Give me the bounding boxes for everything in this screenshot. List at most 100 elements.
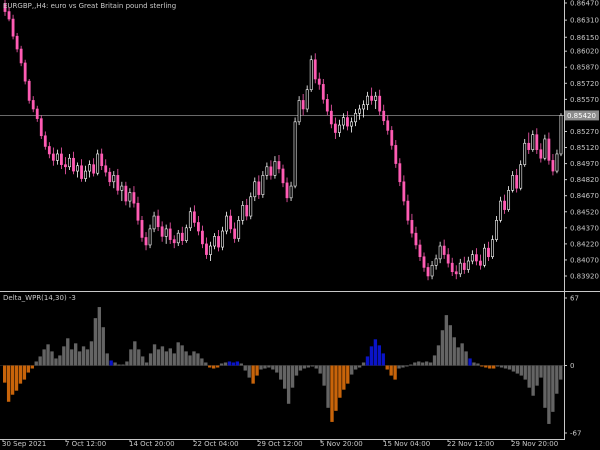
candle[interactable] — [241, 201, 245, 225]
candle[interactable] — [511, 171, 515, 193]
candle[interactable] — [543, 134, 547, 161]
candle[interactable] — [446, 248, 450, 268]
candle[interactable] — [426, 263, 430, 281]
candle[interactable] — [68, 153, 71, 171]
candle[interactable] — [487, 241, 490, 262]
candle[interactable] — [96, 149, 100, 176]
candle[interactable] — [237, 216, 241, 242]
candle[interactable] — [249, 192, 253, 220]
candle[interactable] — [209, 241, 212, 262]
candle[interactable] — [297, 96, 301, 126]
candle[interactable] — [378, 89, 382, 116]
candle[interactable] — [184, 224, 188, 243]
candle[interactable] — [479, 254, 482, 270]
candle[interactable] — [51, 147, 55, 166]
candle[interactable] — [229, 209, 233, 234]
candle[interactable] — [362, 100, 365, 118]
candle[interactable] — [108, 167, 112, 187]
candle[interactable] — [366, 91, 370, 111]
candle[interactable] — [523, 138, 527, 167]
candle[interactable] — [474, 248, 478, 266]
candle[interactable] — [160, 221, 164, 242]
candle[interactable] — [313, 53, 317, 84]
candle[interactable] — [382, 104, 386, 126]
candle[interactable] — [88, 160, 92, 178]
candle[interactable] — [414, 226, 418, 250]
candle[interactable] — [104, 159, 108, 177]
candle[interactable] — [515, 168, 519, 193]
candle[interactable] — [60, 147, 63, 169]
candle[interactable] — [257, 175, 261, 199]
candle[interactable] — [547, 132, 551, 165]
candle[interactable] — [301, 94, 305, 116]
candle[interactable] — [418, 239, 422, 262]
candle[interactable] — [201, 225, 204, 249]
candle[interactable] — [23, 59, 27, 85]
candle[interactable] — [346, 111, 349, 131]
candle[interactable] — [535, 128, 539, 154]
candle[interactable] — [152, 211, 156, 233]
candle[interactable] — [124, 181, 128, 206]
candle[interactable] — [84, 165, 87, 182]
candle[interactable] — [483, 243, 486, 268]
candle[interactable] — [76, 162, 79, 178]
candle[interactable] — [80, 159, 83, 182]
candle[interactable] — [386, 115, 390, 135]
candle[interactable] — [217, 229, 220, 252]
candle[interactable] — [205, 237, 208, 259]
candle[interactable] — [350, 117, 353, 133]
candle[interactable] — [289, 181, 293, 202]
candle[interactable] — [64, 157, 67, 175]
candle[interactable] — [370, 87, 374, 105]
candle[interactable] — [321, 79, 325, 104]
candle[interactable] — [329, 104, 333, 129]
candle[interactable] — [112, 171, 116, 189]
candle[interactable] — [390, 126, 394, 150]
candle[interactable] — [35, 105, 39, 122]
candle[interactable] — [261, 171, 265, 198]
candle[interactable] — [519, 160, 523, 191]
candle[interactable] — [11, 14, 15, 40]
candle[interactable] — [196, 216, 200, 236]
candle[interactable] — [192, 205, 196, 227]
candle[interactable] — [15, 32, 19, 53]
candle[interactable] — [55, 149, 59, 165]
candle[interactable] — [499, 196, 502, 223]
candle[interactable] — [293, 117, 297, 189]
candle[interactable] — [374, 91, 378, 109]
candle[interactable] — [442, 239, 446, 259]
candle[interactable] — [116, 168, 120, 195]
candle[interactable] — [176, 229, 180, 247]
candle[interactable] — [136, 196, 140, 225]
candle[interactable] — [551, 153, 555, 176]
candle[interactable] — [317, 72, 321, 90]
candle[interactable] — [410, 213, 414, 238]
candle[interactable] — [309, 55, 313, 92]
candle[interactable] — [128, 188, 132, 208]
candle[interactable] — [285, 177, 289, 203]
candle[interactable] — [188, 207, 192, 232]
candle[interactable] — [406, 194, 410, 225]
candle[interactable] — [430, 261, 434, 280]
candle[interactable] — [402, 175, 406, 206]
candle[interactable] — [221, 226, 224, 251]
candle[interactable] — [507, 186, 511, 212]
candle[interactable] — [539, 143, 543, 163]
candle[interactable] — [27, 79, 31, 104]
candle[interactable] — [19, 45, 23, 67]
candle[interactable] — [555, 149, 559, 174]
candle[interactable] — [265, 162, 269, 180]
candle[interactable] — [39, 115, 43, 139]
candle[interactable] — [438, 241, 442, 264]
candle[interactable] — [333, 117, 337, 139]
candle[interactable] — [72, 151, 75, 175]
candle[interactable] — [559, 113, 563, 157]
candle[interactable] — [144, 232, 148, 251]
candle[interactable] — [358, 104, 361, 120]
candle[interactable] — [462, 256, 466, 274]
candle[interactable] — [132, 186, 136, 208]
candle[interactable] — [172, 235, 176, 249]
candle[interactable] — [325, 94, 329, 116]
candle[interactable] — [225, 211, 229, 235]
candle[interactable] — [180, 226, 184, 245]
